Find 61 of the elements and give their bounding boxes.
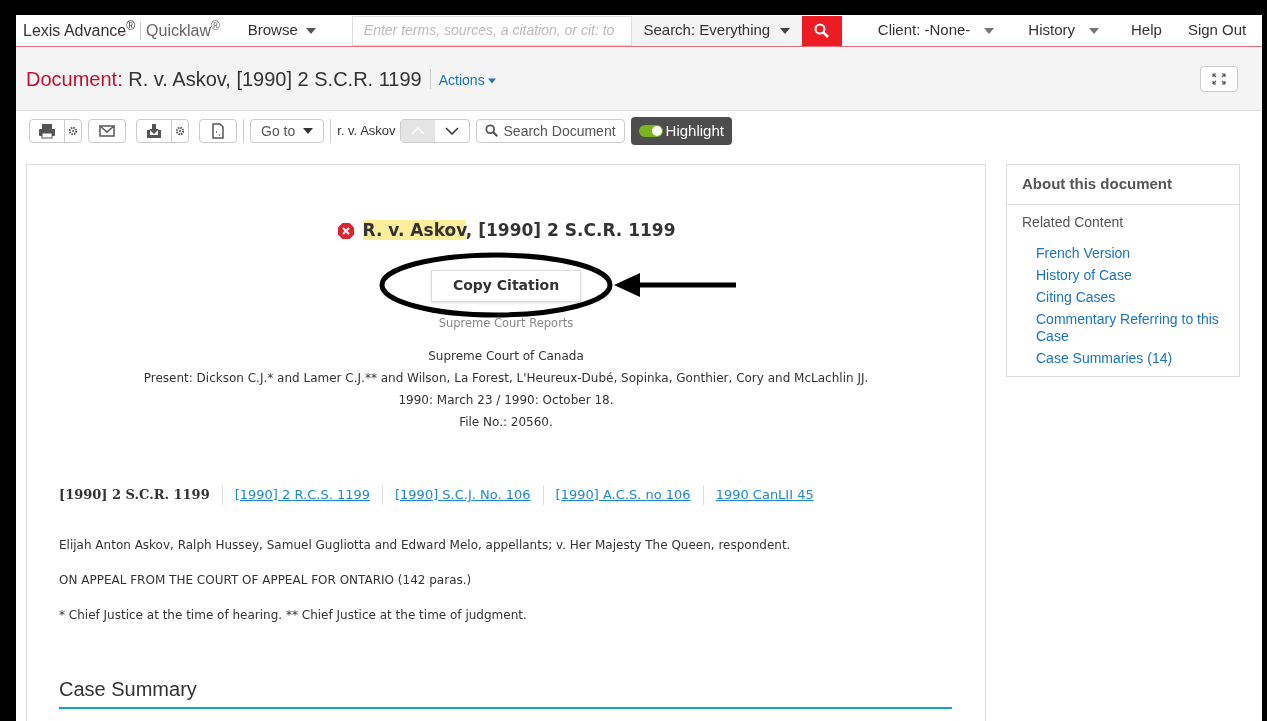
case-paragraph: Elijah Anton Askov, Ralph Hussey, Samuel Gugliotta and Edward Melo, appellants; v. Her Majesty The Queen, respondent. [59,536,792,554]
caret-icon [780,27,791,34]
document-icon [212,123,224,139]
toggle-switch [638,125,663,137]
browse-menu[interactable]: Browse [247,19,316,42]
caret-icon [303,128,314,134]
search-icon [484,124,499,138]
related-content-link[interactable]: History of Case [1036,267,1229,284]
section-heading: Case Summary [59,673,952,709]
court-info-line: 1990: March 23 / 1990: October 18. [398,391,614,409]
help-link[interactable]: Help [1131,19,1162,42]
email-button[interactable] [88,119,126,143]
envelope-icon [99,125,115,137]
document-view-button[interactable] [199,119,237,143]
caret-icon [1089,27,1100,34]
copy-citation-button[interactable]: Copy Citation [431,269,581,302]
citation-link[interactable]: [1990] 2 R.C.S. 1199 [234,485,370,505]
caret-icon [984,27,995,34]
printer-icon [38,123,56,139]
sidebar-title: About this document [1007,165,1239,205]
brand-name[interactable]: Lexis Advance$^{®}$ [16,18,136,43]
sign-out-link[interactable]: Sign Out [1187,19,1247,42]
gear-icon [175,126,185,136]
case-paragraph: * Chief Justice at the time of hearing. ** Chief Justice at the time of judgment. [59,606,528,624]
search-term: r. v. Askov [337,122,396,141]
citation-link[interactable]: [1990] S.C.J. No. 106 [395,485,531,505]
chevron-down-icon [444,127,459,135]
sidebar-subtitle: Related Content [1021,213,1125,232]
citation-link[interactable]: 1990 CanLII 45 [715,485,814,505]
court-info-line: Supreme Court of Canada [428,347,584,365]
go-to-dropdown[interactable]: Go to [250,119,325,143]
related-content-link[interactable]: Case Summaries (14) [1036,350,1229,367]
search-field[interactable]: Enter terms, sources, a citation, or cit: to [351,15,632,46]
chevron-up-icon [410,127,425,135]
related-content-link[interactable]: French Version [1036,245,1229,262]
citation-link[interactable]: [1990] A.C.S. no 106 [555,485,691,505]
court-info-line: File No.: 20560. [459,413,553,431]
actions-menu[interactable]: Actions [438,70,496,91]
search-document-button[interactable]: Search Document [475,119,625,143]
gear-icon [68,126,78,136]
stop-sign-icon [336,221,355,240]
product-name: Quicklaw$^{®}$ [146,18,220,41]
expand-icon [1211,71,1227,86]
download-icon [146,123,162,139]
search-button[interactable] [801,15,842,46]
client-menu[interactable]: Client: -None- [877,19,995,42]
history-menu[interactable]: History [1028,19,1100,42]
document-title: Document: R. v. Askov, [1990] 2 S.C.R. 1199 [26,66,422,92]
reporter-name: Supreme Court Reports [438,314,574,332]
highlight-toggle[interactable]: Highlight [630,117,732,145]
search-scope-dropdown[interactable]: Search: Everything [631,15,802,46]
search-icon [813,22,830,39]
current-citation: [1990] 2 S.C.R. 1199 [59,486,210,504]
case-paragraph: ON APPEAL FROM THE COURT OF APPEAL FOR ONTARIO (142 paras.) [59,571,473,589]
related-content-link[interactable]: Commentary Referring to this Case [1036,311,1229,345]
related-content-link[interactable]: Citing Cases [1036,289,1229,306]
caret-icon [305,27,316,34]
fullscreen-button[interactable] [1200,65,1238,92]
caret-icon [487,77,496,84]
case-title: R. v. Askov, [1990] 2 S.C.R. 1199 [362,219,676,242]
court-info-line: Present: Dickson C.J.* and Lamer C.J.** and Wilson, La Forest, L'Heureux-Dubé, Sopinka, Gonthier, Cory and McLachlin JJ. [143,369,869,387]
